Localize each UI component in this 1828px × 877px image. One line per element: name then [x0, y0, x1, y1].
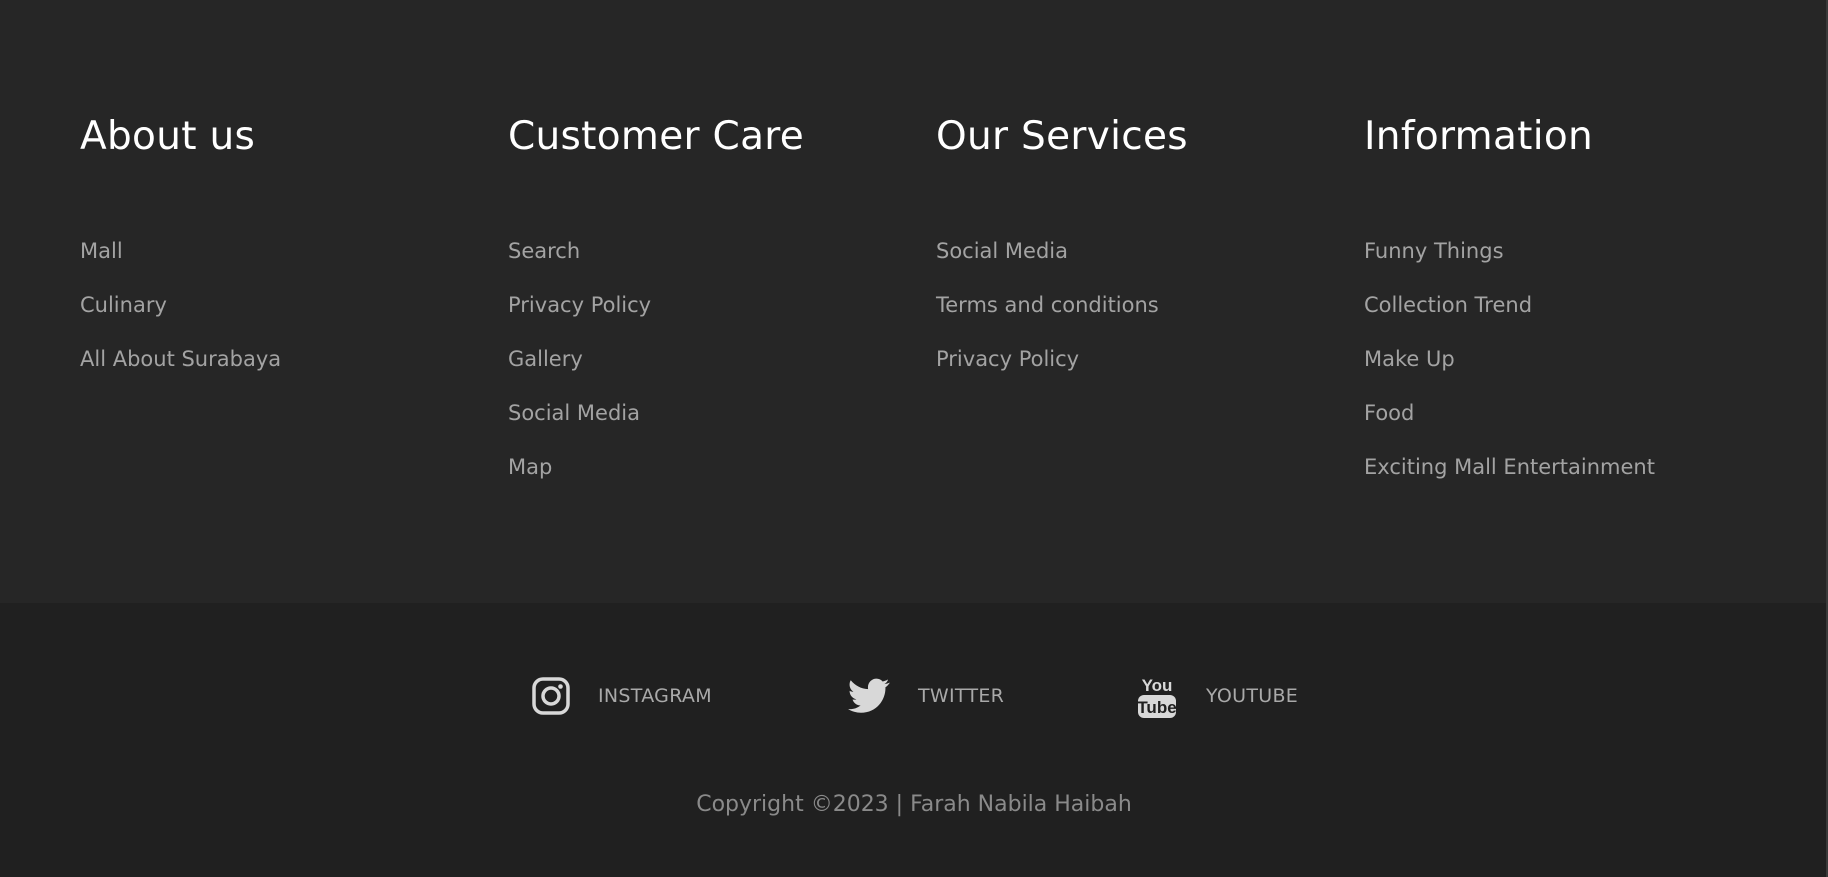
- link-list: Funny Things Collection Trend Make Up Fo…: [1364, 239, 1655, 509]
- social-label: YOUTUBE: [1206, 685, 1299, 707]
- footer-bottom-bar: INSTAGRAM TWITTER You Tube YOUTUBE Copyr…: [0, 603, 1828, 877]
- footer-link-exciting-mall-entertainment[interactable]: Exciting Mall Entertainment: [1364, 455, 1655, 479]
- instagram-icon: [530, 673, 572, 719]
- footer-link-map[interactable]: Map: [508, 455, 552, 479]
- twitter-icon: [848, 673, 890, 719]
- column-title: About us: [80, 114, 256, 159]
- social-link-instagram[interactable]: INSTAGRAM: [530, 673, 712, 719]
- footer-link-make-up[interactable]: Make Up: [1364, 347, 1455, 371]
- footer-link-terms-and-conditions[interactable]: Terms and conditions: [936, 293, 1159, 317]
- footer-link-gallery[interactable]: Gallery: [508, 347, 583, 371]
- svg-text:Tube: Tube: [1137, 698, 1176, 717]
- link-list: Search Privacy Policy Gallery Social Med…: [508, 239, 651, 509]
- social-label: TWITTER: [918, 685, 1005, 707]
- footer-link-search[interactable]: Search: [508, 239, 580, 263]
- link-list: Social Media Terms and conditions Privac…: [936, 239, 1159, 401]
- footer-link-privacy-policy[interactable]: Privacy Policy: [508, 293, 651, 317]
- footer-link-culinary[interactable]: Culinary: [80, 293, 167, 317]
- footer-link-mall[interactable]: Mall: [80, 239, 123, 263]
- footer-link-social-media[interactable]: Social Media: [936, 239, 1068, 263]
- footer-link-collection-trend[interactable]: Collection Trend: [1364, 293, 1532, 317]
- footer-link-social-media[interactable]: Social Media: [508, 401, 640, 425]
- footer-links-section: About us Mall Culinary All About Surabay…: [0, 0, 1828, 603]
- column-title: Our Services: [936, 114, 1188, 159]
- footer-link-privacy-policy[interactable]: Privacy Policy: [936, 347, 1079, 371]
- column-title: Information: [1364, 114, 1594, 159]
- footer-link-funny-things[interactable]: Funny Things: [1364, 239, 1504, 263]
- footer-link-all-about-surabaya[interactable]: All About Surabaya: [80, 347, 281, 371]
- column-title: Customer Care: [508, 114, 805, 159]
- footer-link-food[interactable]: Food: [1364, 401, 1414, 425]
- social-link-youtube[interactable]: You Tube YOUTUBE: [1136, 673, 1298, 719]
- social-link-twitter[interactable]: TWITTER: [848, 673, 1004, 719]
- copyright-text: Copyright ©2023 | Farah Nabila Haibah: [696, 792, 1132, 817]
- link-list: Mall Culinary All About Surabaya: [80, 239, 281, 401]
- svg-text:You: You: [1142, 676, 1173, 695]
- social-label: INSTAGRAM: [598, 685, 712, 707]
- youtube-icon: You Tube: [1136, 673, 1178, 719]
